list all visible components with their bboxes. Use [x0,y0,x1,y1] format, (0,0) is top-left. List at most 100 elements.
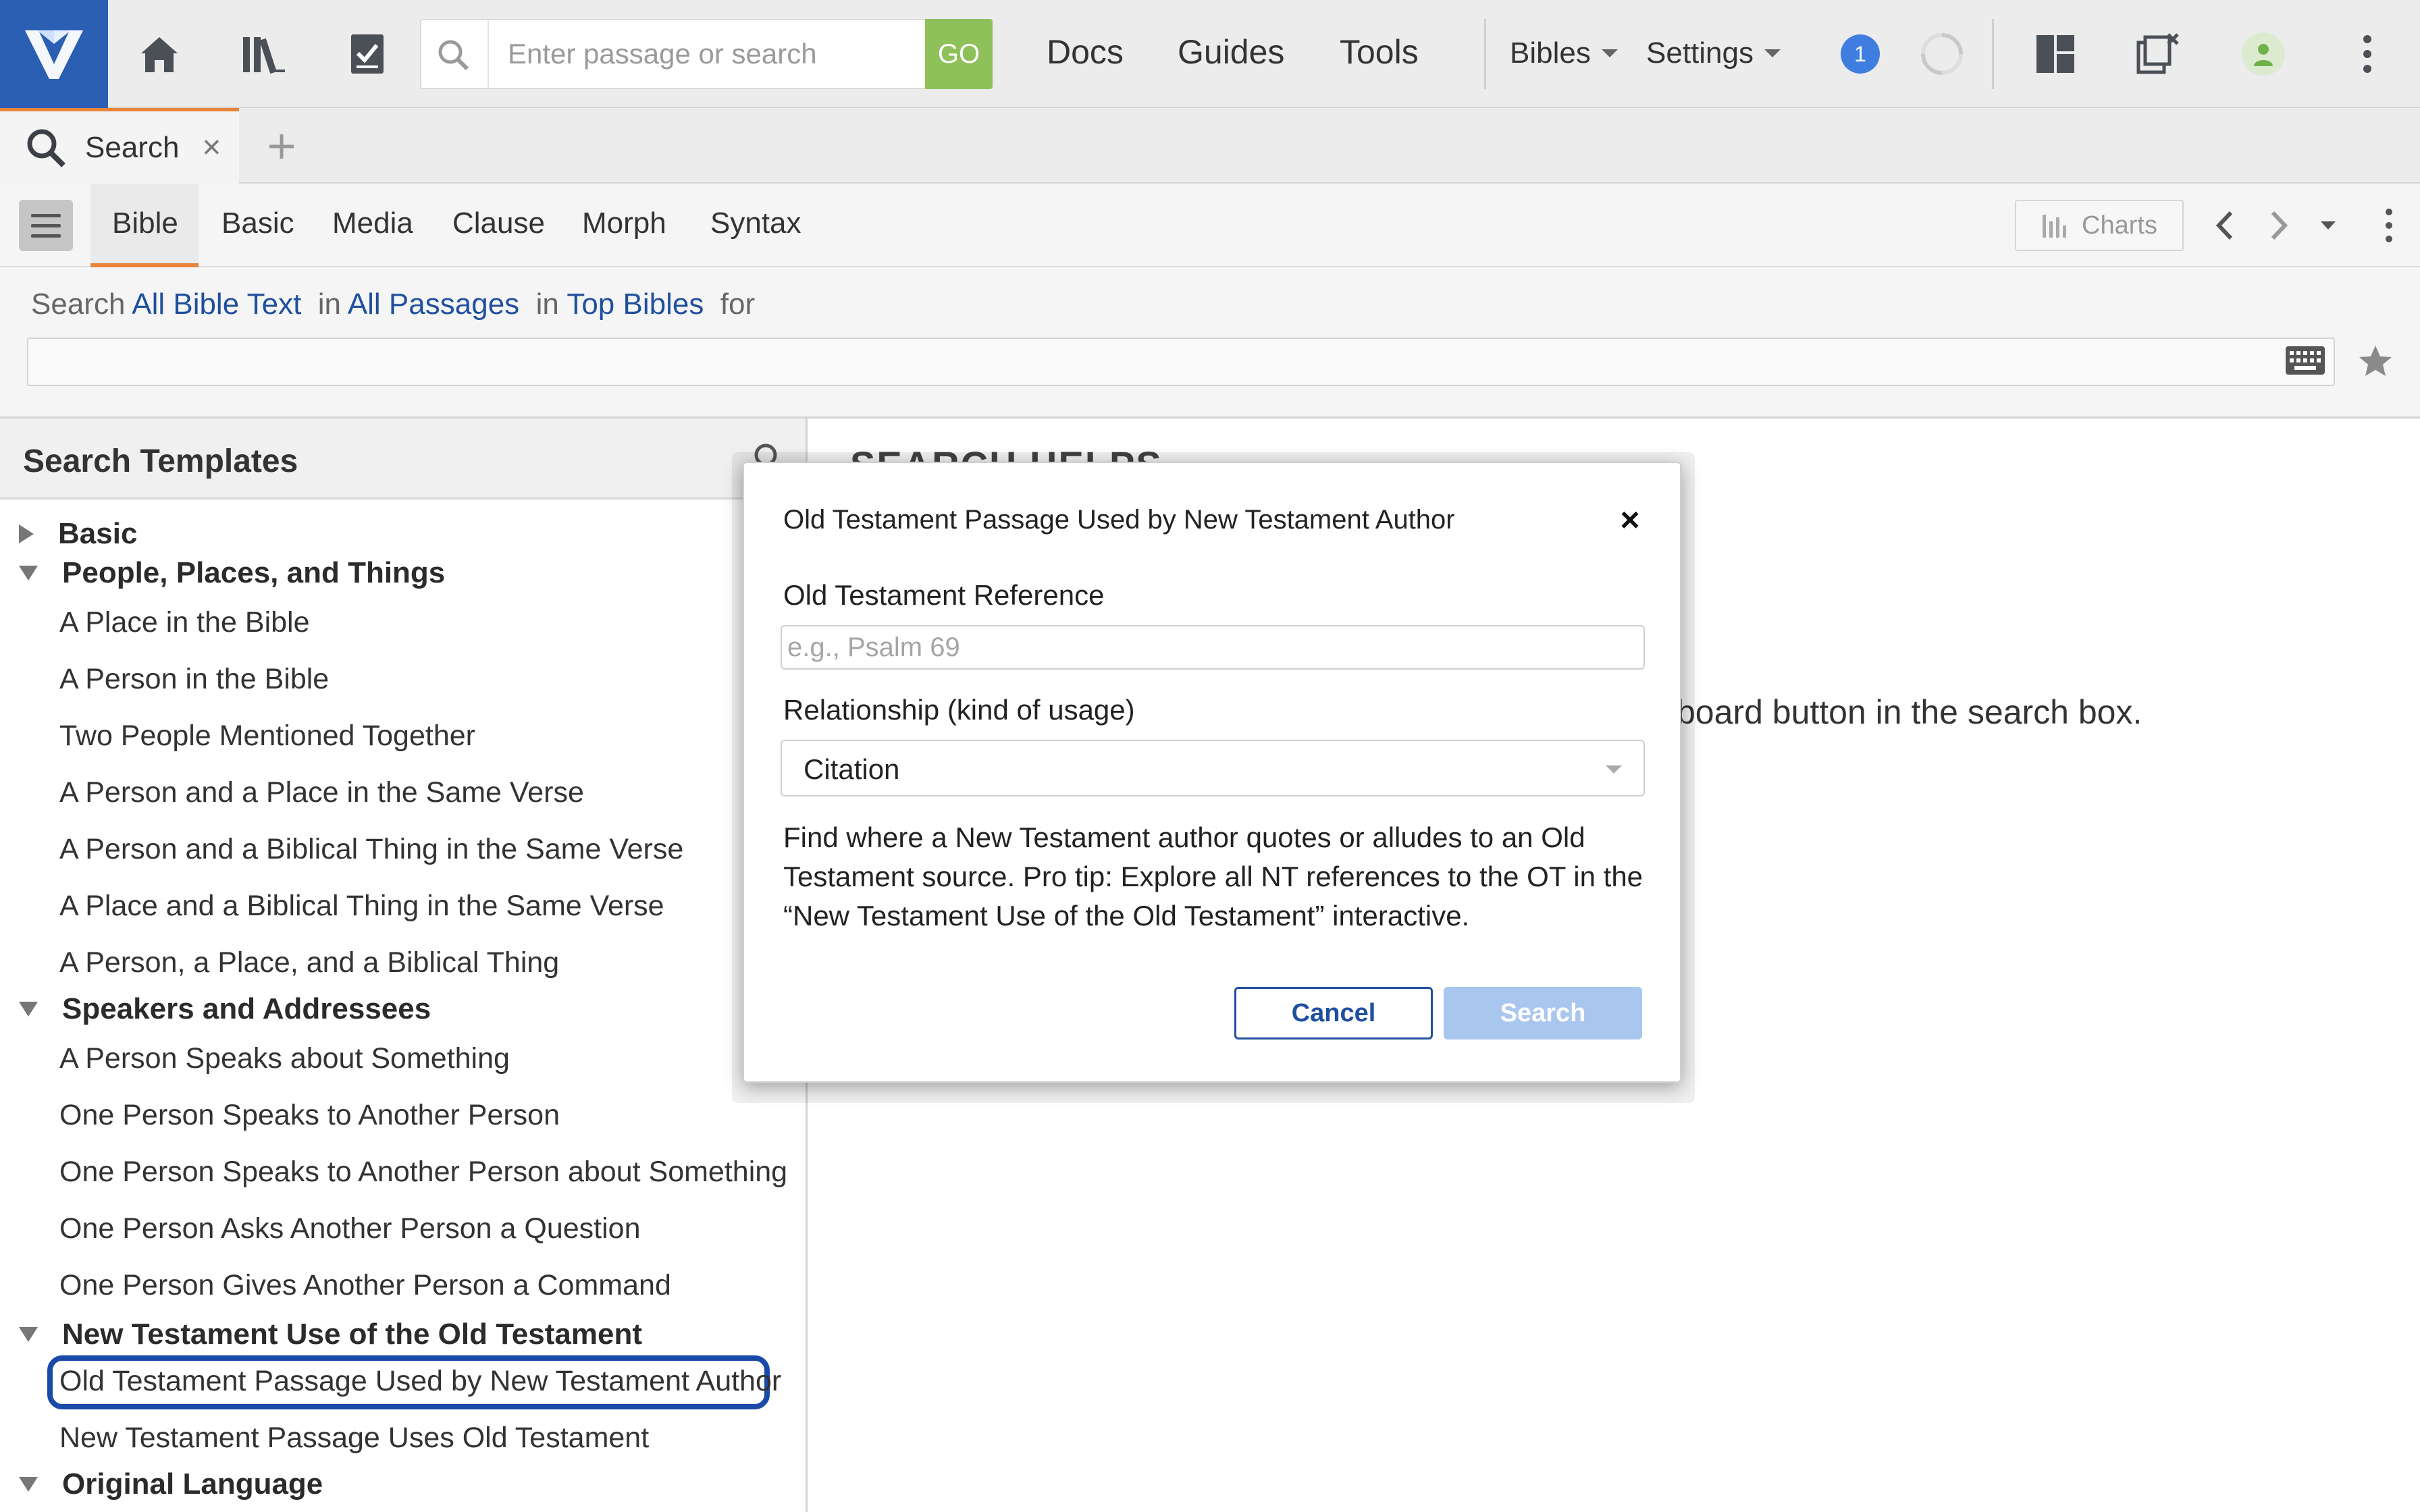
passage-search-input[interactable] [496,27,901,81]
panel-menu-icon[interactable] [2369,205,2409,246]
tree-group-nt-use-ot[interactable]: New Testament Use of the Old Testament [19,1318,642,1351]
keyboard-icon[interactable] [2285,346,2325,378]
panel-title: Search Templates [23,443,298,479]
list-item[interactable]: One Person Asks Another Person a Questio… [59,1212,641,1245]
settings-label: Settings [1646,36,1754,70]
tab-search[interactable]: Search × [0,108,239,184]
list-item[interactable]: A Person in the Bible [59,663,329,696]
history-dropdown-icon[interactable] [2308,205,2348,246]
search-prefix: Search [31,288,126,321]
bibles-label: Bibles [1510,36,1591,70]
tab-search-label: Search [85,130,180,164]
dialog-title: Old Testament Passage Used by New Testam… [783,505,1455,535]
more-icon[interactable] [2340,27,2394,81]
search-for-label: for [720,288,756,321]
notification-badge[interactable]: 1 [1841,34,1880,74]
expand-icon [19,524,34,543]
search-templates-panel: Search Templates Basic People, Places, a… [0,418,808,1512]
top-bar: GO Docs Guides Tools Bibles Settings 1 [0,0,2420,108]
home-icon[interactable] [132,27,186,81]
tab-morph[interactable]: Morph [582,207,666,240]
dialog-description: Find where a New Testament author quotes… [783,821,1643,932]
chevron-down-icon [1601,49,1618,57]
passage-search-box [420,19,993,89]
bar-chart-icon [2043,215,2067,238]
tree-group-original-language[interactable]: Original Language [19,1467,323,1501]
user-avatar[interactable] [2242,32,2285,76]
layout-icon[interactable] [2028,27,2082,81]
collapse-icon [19,566,38,580]
menu-icon[interactable] [19,200,73,251]
tree-group-people-places[interactable]: People, Places, and Things [19,556,445,590]
tree-group-basic[interactable]: Basic [19,517,137,551]
star-icon[interactable] [2357,343,2394,381]
tree-group-label: Basic [58,517,138,550]
logo-icon[interactable] [0,0,108,108]
bibles-link[interactable]: Top Bibles [567,288,704,321]
search-query-row: Search All Bible Text in All Passages in… [0,267,2420,418]
relationship-label: Relationship (kind of usage) [783,694,1135,726]
nav-guides[interactable]: Guides [1178,32,1284,72]
library-icon[interactable] [236,27,290,81]
tab-bar: Search × [0,108,2420,184]
list-item-selected[interactable]: Old Testament Passage Used by New Testam… [59,1365,781,1398]
tab-bible[interactable]: Bible [112,207,178,240]
helps-text: board button in the search box. [1677,693,2142,731]
chevron-down-icon [1764,49,1781,57]
checklist-icon[interactable] [340,27,394,81]
template-dialog: Old Testament Passage Used by New Testam… [743,462,1681,1083]
search-in-label-2: in [535,288,559,321]
list-item[interactable]: Two People Mentioned Together [59,720,475,753]
search-in-label: in [317,288,342,321]
chevron-down-icon [1606,765,1622,774]
tab-syntax[interactable]: Syntax [710,207,801,240]
add-tab-button[interactable] [258,123,305,170]
list-item[interactable]: A Person Speaks about Something [59,1042,510,1075]
collapse-icon [19,1002,38,1017]
list-item[interactable]: One Person Speaks to Another Person [59,1099,560,1132]
nav-docs[interactable]: Docs [1047,32,1124,72]
forward-icon[interactable] [2259,205,2300,246]
list-item[interactable]: A Place and a Biblical Thing in the Same… [59,890,664,923]
collapse-icon [19,1477,38,1492]
list-item[interactable]: A Person and a Biblical Thing in the Sam… [59,833,683,866]
search-icon [24,126,68,169]
ot-reference-label: Old Testament Reference [783,579,1105,611]
tree-group-label: Original Language [62,1467,323,1501]
list-item[interactable]: A Place in the Bible [59,606,310,639]
collapse-icon [19,1327,38,1342]
ot-reference-input[interactable] [781,625,1645,670]
search-icon [433,35,474,76]
close-panels-icon[interactable] [2131,27,2185,81]
list-item[interactable]: New Testament Passage Uses Old Testament [59,1422,649,1455]
tab-media[interactable]: Media [332,207,413,240]
tree-group-label: Speakers and Addressees [62,992,431,1025]
search-type-toolbar: Bible Basic Media Clause Morph Syntax Ch… [0,184,2420,267]
back-icon[interactable] [2204,205,2244,246]
passages-link[interactable]: All Passages [348,288,519,321]
query-input[interactable] [27,338,2335,386]
settings-dropdown[interactable]: Settings [1646,36,1781,70]
search-scope-line: Search All Bible Text in All Passages in… [31,288,755,321]
tab-basic[interactable]: Basic [221,207,294,240]
bibles-dropdown[interactable]: Bibles [1510,36,1618,70]
list-item[interactable]: One Person Speaks to Another Person abou… [59,1156,787,1189]
tree-group-label: People, Places, and Things [62,556,446,589]
list-item[interactable]: A Person, a Place, and a Biblical Thing [59,946,559,979]
search-button[interactable]: Search [1444,987,1642,1040]
sync-icon[interactable] [1915,27,1969,81]
close-icon[interactable]: × [202,129,221,166]
relationship-value: Citation [804,753,900,785]
charts-button[interactable]: Charts [2015,200,2184,251]
tab-clause[interactable]: Clause [452,207,545,240]
list-item[interactable]: One Person Gives Another Person a Comman… [59,1269,671,1302]
tree-group-label: New Testament Use of the Old Testament [62,1318,642,1351]
tree-group-speakers[interactable]: Speakers and Addressees [19,992,431,1026]
search-scope-link[interactable]: All Bible Text [132,288,301,321]
nav-tools[interactable]: Tools [1340,32,1419,72]
go-button[interactable]: GO [925,19,993,89]
cancel-button[interactable]: Cancel [1234,987,1433,1040]
list-item[interactable]: A Person and a Place in the Same Verse [59,776,584,809]
relationship-select[interactable]: Citation [781,740,1645,796]
close-icon[interactable]: × [1615,503,1645,537]
